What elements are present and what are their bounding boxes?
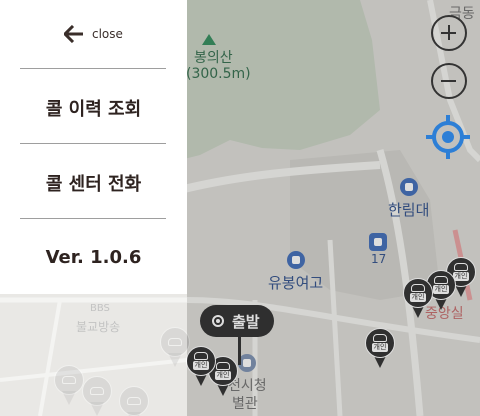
call-center-menu-item[interactable]: 콜 센터 전화 xyxy=(0,170,187,196)
zoom-in-button[interactable] xyxy=(431,15,467,51)
close-label: close xyxy=(92,27,123,41)
zoom-out-button[interactable] xyxy=(431,63,467,99)
call-history-menu-item[interactable]: 콜 이력 조회 xyxy=(0,95,187,121)
hallym-label: 한림대 xyxy=(388,201,430,219)
taxi-marker xyxy=(119,386,149,416)
taxi-marker xyxy=(54,365,84,409)
taxi-marker xyxy=(82,376,112,416)
arrow-left-icon xyxy=(64,25,83,43)
university-icon xyxy=(400,178,418,196)
mountain-name-label: 봉의산 xyxy=(194,50,233,66)
taxi-marker xyxy=(160,327,190,371)
menu-divider xyxy=(20,218,166,219)
school-pin-icon xyxy=(287,251,305,269)
close-button[interactable]: close xyxy=(64,22,123,46)
mountain-height-label: (300.5m) xyxy=(186,66,251,82)
side-drawer: close 콜 이력 조회 콜 센터 전화 Ver. 1.0.6 xyxy=(0,0,187,294)
bbs-label: BBS xyxy=(90,303,110,314)
mountain-icon xyxy=(202,34,216,45)
bbs-name-label: 불교방송 xyxy=(76,320,121,334)
taxi-marker[interactable]: 개인 xyxy=(403,278,433,322)
departure-dot-icon xyxy=(212,315,224,327)
departure-marker[interactable]: 출발 xyxy=(200,305,274,365)
yubong-label: 유봉여고 xyxy=(268,274,324,292)
school-number-label: 17 xyxy=(371,252,387,266)
taxi-marker[interactable]: 개인 xyxy=(186,346,216,390)
menu-divider xyxy=(20,143,166,144)
app-version-label: Ver. 1.0.6 xyxy=(45,247,142,268)
school-icon xyxy=(369,233,387,251)
departure-label: 출발 xyxy=(232,312,260,331)
menu-divider xyxy=(20,68,166,69)
taxi-marker[interactable]: 개인 xyxy=(365,328,395,372)
locate-me-button[interactable] xyxy=(425,114,471,160)
